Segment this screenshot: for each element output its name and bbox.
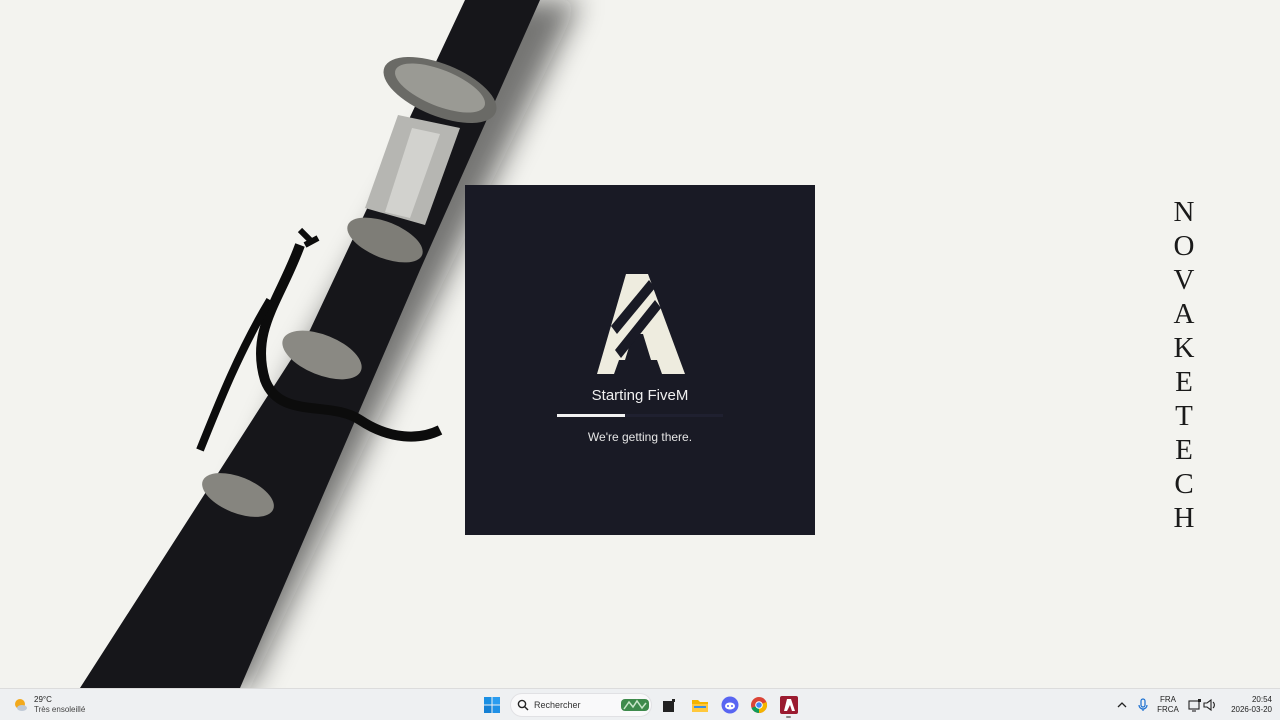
lang-primary: FRA xyxy=(1160,695,1176,704)
clock-time: 20:54 xyxy=(1251,695,1272,704)
letter: O xyxy=(1173,230,1195,262)
sun-cloud-icon xyxy=(15,699,27,711)
fivem-button[interactable] xyxy=(778,694,800,716)
start-button[interactable] xyxy=(481,694,503,716)
taskbar-search[interactable]: Rechercher xyxy=(510,693,652,717)
file-explorer-button[interactable] xyxy=(689,694,711,716)
letter: E xyxy=(1175,434,1193,466)
weather-temp: 29°C xyxy=(34,695,52,704)
fivem-icon xyxy=(780,696,798,714)
letter: C xyxy=(1174,468,1194,500)
letter: H xyxy=(1173,502,1195,534)
clock-date: 2026-03-20 xyxy=(1231,705,1272,714)
letter: V xyxy=(1173,264,1195,296)
show-hidden-icons-button[interactable] xyxy=(1111,694,1133,716)
chevron-up-icon xyxy=(1117,702,1127,708)
letter: K xyxy=(1173,332,1195,364)
discord-button[interactable] xyxy=(719,694,741,716)
search-highlight-icon xyxy=(621,699,649,711)
letter: T xyxy=(1175,400,1193,432)
discord-icon xyxy=(721,696,739,714)
folder-icon xyxy=(692,700,708,712)
splash-title: Starting FiveM xyxy=(591,387,689,404)
volume-button[interactable] xyxy=(1199,694,1221,716)
splash-subtitle: We're getting there. xyxy=(587,430,693,444)
letter: N xyxy=(1173,196,1195,228)
taskbar: 29°C Très ensoleillé Rechercher FRA FRCA… xyxy=(0,688,1280,720)
task-view-button[interactable] xyxy=(658,694,680,716)
desktop-vertical-text: N O V A K E T E C H xyxy=(1164,195,1204,535)
clock[interactable]: 20:54 2026-03-20 xyxy=(1222,695,1272,715)
search-icon xyxy=(517,699,529,711)
chrome-icon xyxy=(751,697,768,714)
fivem-logo-icon xyxy=(597,274,685,374)
active-indicator xyxy=(786,716,791,718)
splash-progress-fill xyxy=(557,414,626,417)
splash-progress-bar xyxy=(557,414,723,417)
letter: E xyxy=(1175,366,1193,398)
weather-desc: Très ensoleillé xyxy=(34,705,86,714)
task-view-icon xyxy=(663,699,675,712)
microphone-button[interactable] xyxy=(1132,694,1154,716)
search-placeholder: Rechercher xyxy=(534,700,581,710)
letter: A xyxy=(1173,298,1195,330)
chrome-button[interactable] xyxy=(748,694,770,716)
windows-icon xyxy=(484,697,500,713)
microphone-icon xyxy=(1138,698,1148,711)
lang-secondary: FRCA xyxy=(1157,705,1179,714)
speaker-icon xyxy=(1203,698,1215,712)
input-language-button[interactable]: FRA FRCA xyxy=(1154,695,1182,715)
